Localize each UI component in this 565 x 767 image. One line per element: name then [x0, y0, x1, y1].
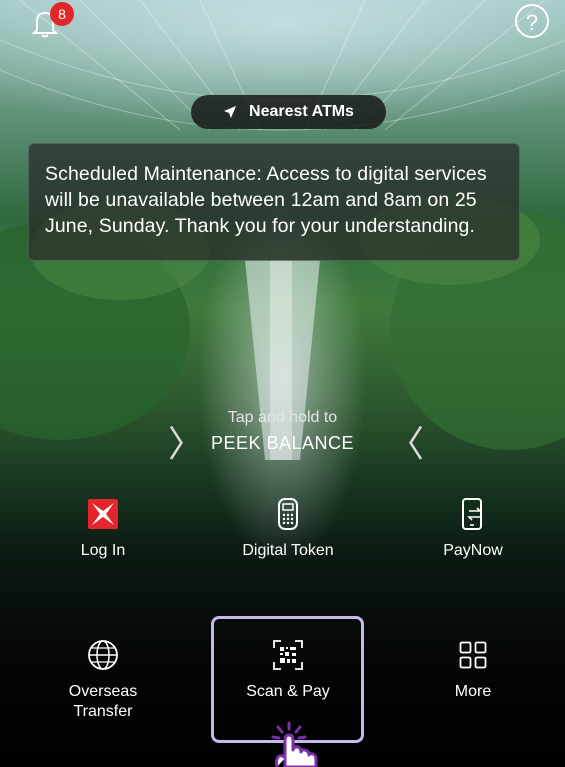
- location-arrow-icon: [224, 106, 237, 118]
- globe-icon: [88, 640, 118, 670]
- overseas-transfer-line1: Overseas: [68, 683, 138, 700]
- nearest-atms-label: Nearest ATMs: [249, 103, 354, 120]
- more-label: More: [454, 683, 492, 700]
- overseas-transfer-label: Overseas Transfer: [28, 682, 178, 722]
- paynow-button[interactable]: PayNow: [398, 497, 548, 561]
- dbs-logo-icon: [88, 499, 118, 529]
- scan-pay-label: Scan & Pay: [246, 683, 330, 700]
- digital-token-button[interactable]: Digital Token: [213, 497, 363, 561]
- phone-transfer-icon: [462, 498, 482, 530]
- notification-badge: 8: [50, 2, 74, 26]
- peek-balance-hint: Tap and hold to: [227, 409, 338, 426]
- digital-token-label: Digital Token: [242, 542, 334, 559]
- scan-pay-button[interactable]: Scan & Pay: [213, 638, 363, 702]
- qr-scan-icon: [273, 640, 303, 670]
- overseas-transfer-line2: Transfer: [73, 703, 133, 720]
- grid-icon: [459, 641, 487, 669]
- nearest-atms-button[interactable]: Nearest ATMs: [191, 95, 386, 129]
- maintenance-notice: Scheduled Maintenance: Access to digital…: [28, 143, 520, 261]
- token-device-icon: [278, 498, 298, 530]
- help-icon[interactable]: ?: [515, 4, 549, 38]
- login-label: Log In: [80, 542, 126, 559]
- login-button[interactable]: Log In: [28, 497, 178, 561]
- maintenance-notice-text: Scheduled Maintenance: Access to digital…: [45, 163, 487, 237]
- peek-balance-area[interactable]: Tap and hold to PEEK BALANCE: [0, 409, 565, 454]
- paynow-label: PayNow: [443, 542, 503, 559]
- overseas-transfer-button[interactable]: Overseas Transfer: [28, 638, 178, 722]
- more-button[interactable]: More: [398, 638, 548, 702]
- tap-hand-icon: [271, 721, 318, 767]
- peek-balance-label: PEEK BALANCE: [210, 433, 355, 453]
